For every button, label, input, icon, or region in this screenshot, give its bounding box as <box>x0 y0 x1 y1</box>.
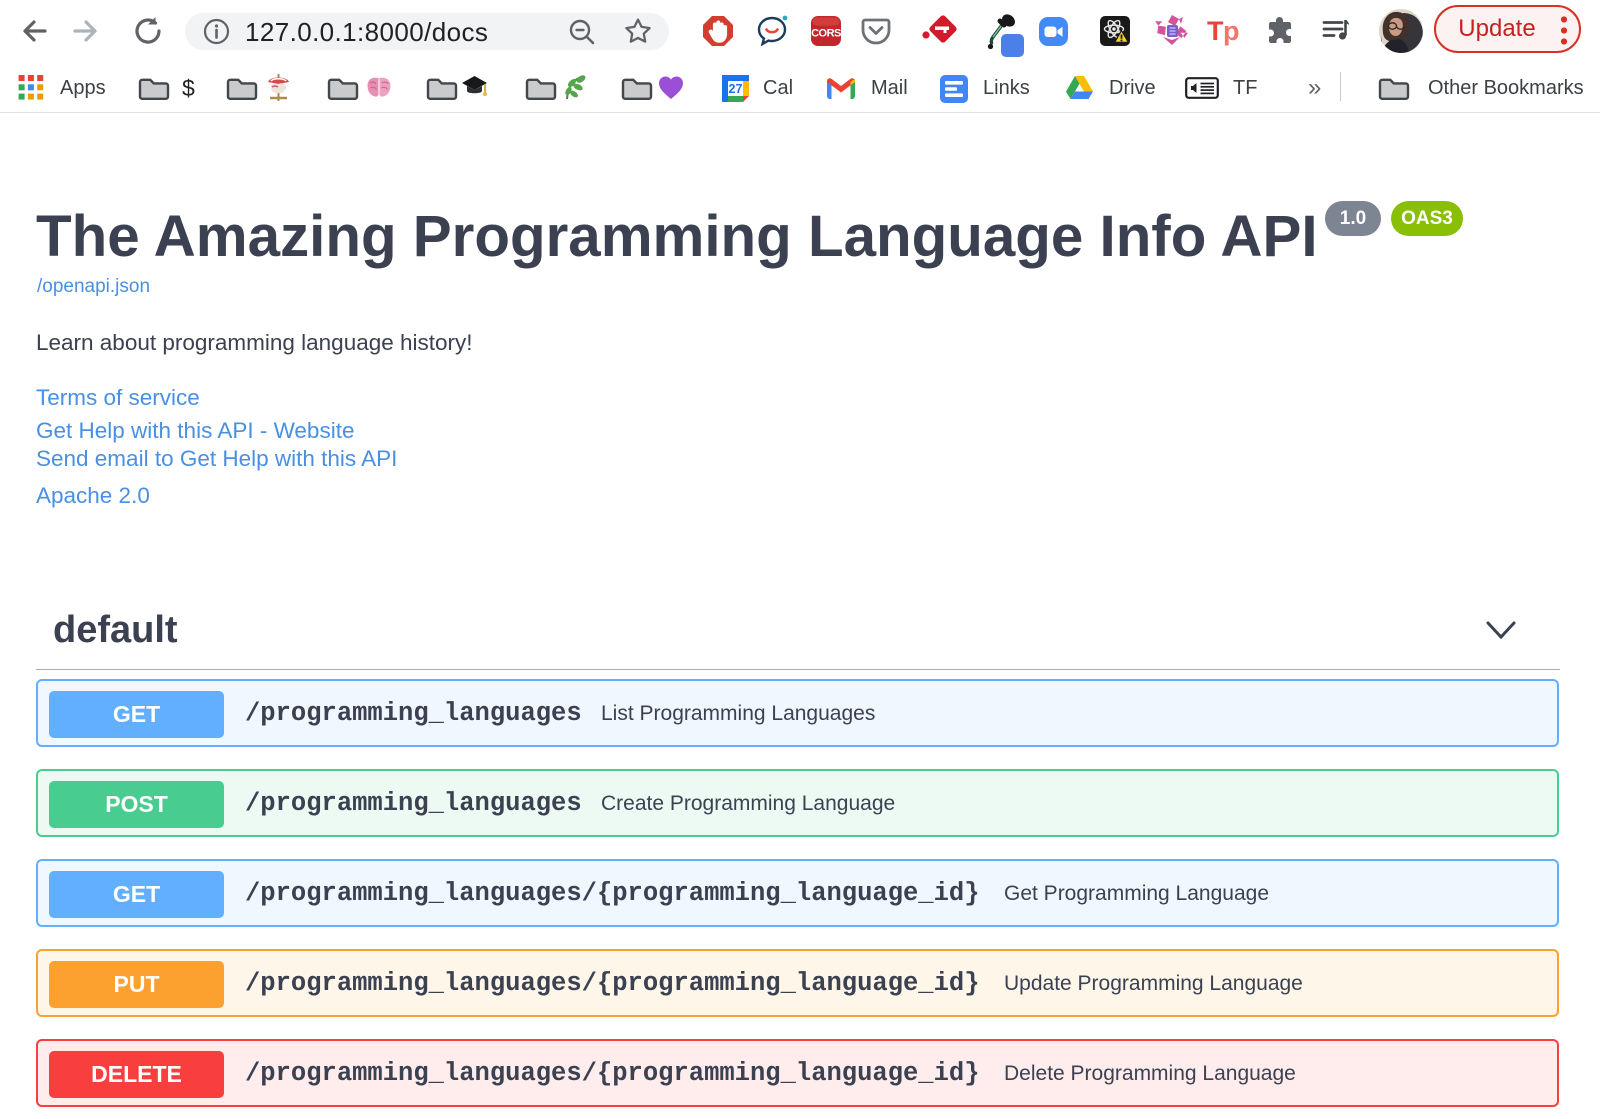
svg-text:27: 27 <box>729 82 743 96</box>
svg-text:CORS: CORS <box>811 28 841 40</box>
svg-text:T: T <box>1207 16 1224 46</box>
svg-text:p: p <box>1223 16 1240 46</box>
